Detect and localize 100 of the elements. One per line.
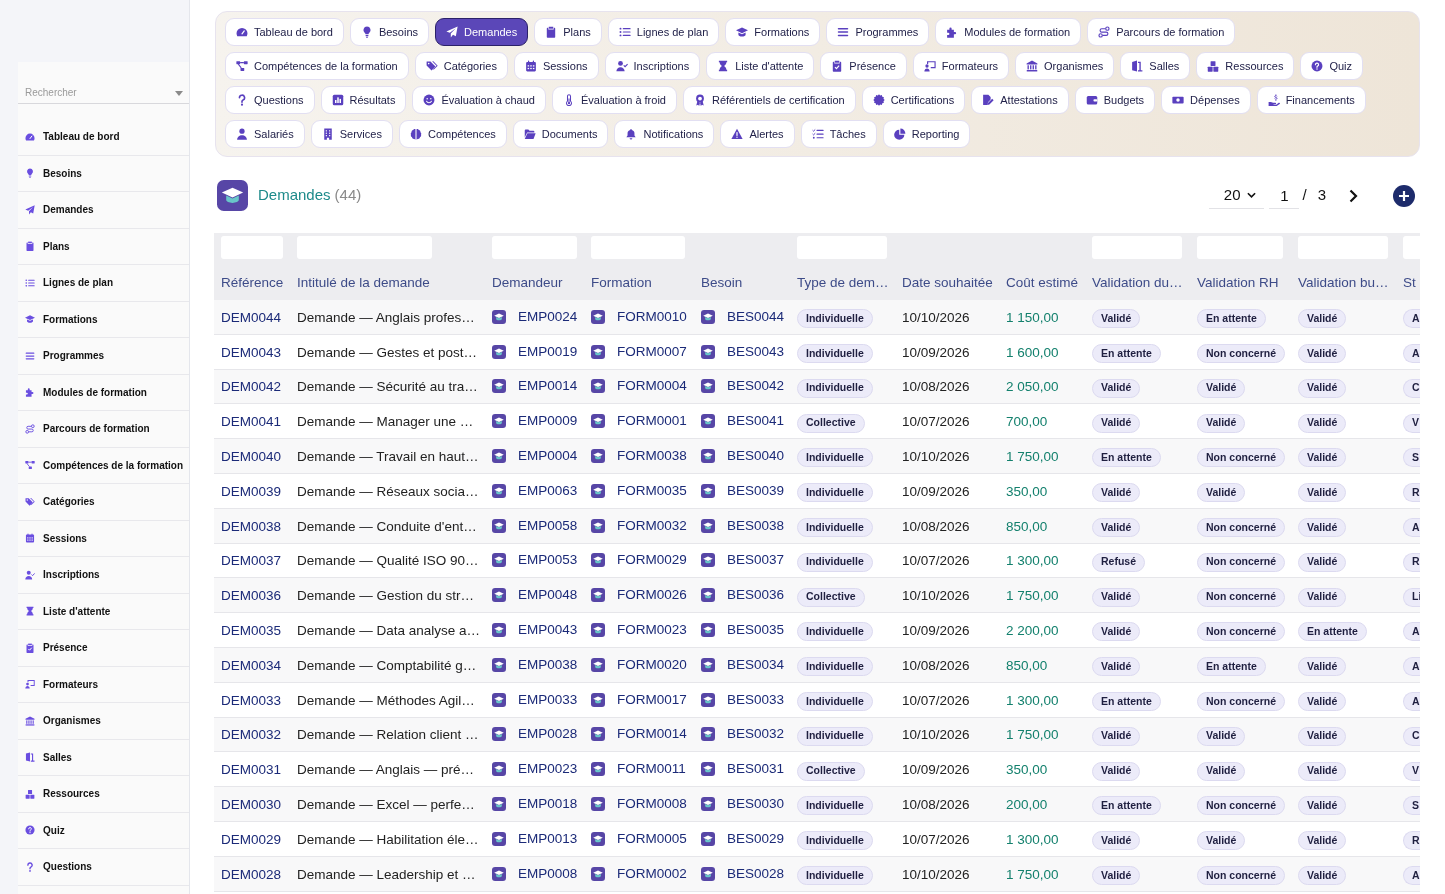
nav-tab[interactable]: Formations (725, 18, 821, 46)
nav-tab[interactable]: Quiz (1300, 52, 1364, 80)
record-link[interactable]: FORM0008 (617, 793, 687, 815)
record-link[interactable]: EMP0008 (518, 863, 578, 884)
record-link[interactable]: EMP0028 (518, 724, 578, 745)
nav-tab[interactable]: Évaluation à chaud (412, 86, 546, 114)
record-link[interactable]: DEM0032 (221, 727, 282, 743)
nav-tab[interactable]: Documents (512, 120, 609, 148)
nav-tab[interactable]: Compétences de la formation (225, 52, 409, 80)
nav-tab[interactable]: Reporting (882, 120, 971, 148)
record-link[interactable]: BES0031 (727, 759, 785, 780)
record-link[interactable]: DEM0041 (221, 414, 282, 430)
nav-tab[interactable]: Programmes (826, 18, 930, 46)
nav-tab[interactable]: Inscriptions (604, 52, 701, 80)
record-link[interactable]: EMP0018 (518, 793, 578, 815)
sidebar-item[interactable]: Sessions (18, 520, 189, 557)
record-link[interactable]: BES0032 (727, 724, 785, 745)
record-link[interactable]: DEM0033 (221, 692, 282, 708)
record-link[interactable]: EMP0043 (518, 619, 578, 641)
record-link[interactable]: DEM0031 (221, 762, 282, 778)
nav-tab[interactable]: Parcours de formation (1087, 18, 1236, 46)
record-link[interactable]: FORM0001 (617, 411, 687, 432)
nav-tab[interactable]: Salariés (225, 120, 305, 148)
record-link[interactable]: DEM0043 (221, 344, 282, 360)
record-link[interactable]: DEM0039 (221, 483, 282, 499)
nav-tab[interactable]: Référentiels de certification (682, 86, 856, 114)
nav-tab[interactable]: Organismes (1015, 52, 1115, 80)
sidebar-item[interactable]: Formateurs (18, 666, 189, 703)
record-link[interactable]: BES0028 (727, 863, 785, 884)
sidebar-item[interactable]: Modules de formation (18, 374, 189, 411)
record-link[interactable]: DEM0038 (221, 518, 282, 534)
sidebar-item[interactable]: Formations (18, 301, 189, 338)
page-field[interactable]: 1 (1269, 182, 1300, 209)
record-link[interactable]: FORM0010 (617, 306, 687, 327)
nav-tab[interactable]: Notifications (614, 120, 715, 148)
sidebar-item[interactable]: Lignes de plan (18, 265, 189, 302)
nav-tab[interactable]: Liste d'attente (706, 52, 815, 80)
nav-tab[interactable]: Plans (534, 18, 602, 46)
record-link[interactable]: FORM0007 (617, 341, 687, 362)
record-link[interactable]: BES0043 (727, 341, 785, 362)
nav-tab[interactable]: Modules de formation (935, 18, 1082, 46)
record-link[interactable]: DEM0028 (221, 866, 282, 882)
sidebar-item[interactable]: Questions (18, 849, 189, 886)
record-link[interactable]: BES0044 (727, 306, 785, 327)
nav-tab[interactable]: Lignes de plan (607, 18, 720, 46)
record-link[interactable]: BES0030 (727, 793, 785, 815)
record-link[interactable]: FORM0014 (617, 724, 687, 745)
sidebar-item[interactable]: Inscriptions (18, 557, 189, 594)
search-field[interactable]: Rechercher (18, 82, 189, 104)
record-link[interactable]: EMP0023 (518, 759, 578, 780)
nav-tab[interactable]: Tableau de bord (225, 18, 344, 46)
record-link[interactable]: BES0035 (727, 619, 785, 641)
record-link[interactable]: DEM0042 (221, 379, 282, 395)
record-link[interactable]: EMP0013 (518, 828, 578, 849)
nav-tab[interactable]: Sessions (513, 52, 599, 80)
nav-tab[interactable]: Financements (1256, 86, 1366, 114)
record-link[interactable]: BES0042 (727, 376, 785, 397)
record-link[interactable]: EMP0033 (518, 689, 578, 710)
record-link[interactable]: EMP0004 (518, 445, 578, 467)
nav-tab[interactable]: Tâches (800, 120, 877, 148)
nav-tab[interactable]: Formateurs (912, 52, 1010, 80)
record-link[interactable]: FORM0011 (617, 759, 686, 780)
nav-tab[interactable]: Résultats (320, 86, 407, 114)
nav-tab[interactable]: Demandes (435, 18, 529, 46)
record-link[interactable]: BES0036 (727, 585, 785, 606)
record-link[interactable]: DEM0029 (221, 831, 282, 847)
record-link[interactable]: FORM0029 (617, 550, 687, 571)
record-link[interactable]: FORM0017 (617, 689, 687, 710)
nav-tab[interactable]: Alertes (720, 120, 795, 148)
record-link[interactable]: DEM0044 (221, 309, 282, 325)
record-link[interactable]: BES0041 (727, 411, 785, 432)
nav-tab[interactable]: Attestations (971, 86, 1069, 114)
record-link[interactable]: EMP0019 (518, 341, 578, 362)
record-link[interactable]: BES0034 (727, 654, 785, 675)
sidebar-item[interactable]: Tableau de bord (18, 119, 189, 156)
record-link[interactable]: EMP0024 (518, 306, 578, 327)
record-link[interactable]: EMP0058 (518, 515, 578, 536)
record-link[interactable]: EMP0038 (518, 654, 578, 675)
record-link[interactable]: FORM0038 (617, 445, 687, 467)
sidebar-item[interactable]: Salles (18, 739, 189, 776)
record-link[interactable]: FORM0005 (617, 828, 687, 849)
record-link[interactable]: EMP0063 (518, 480, 578, 501)
record-link[interactable]: EMP0053 (518, 550, 578, 571)
record-link[interactable]: DEM0035 (221, 623, 282, 639)
nav-tab[interactable]: Certifications (861, 86, 966, 114)
nav-tab[interactable]: Ressources (1196, 52, 1295, 80)
sidebar-item[interactable]: Parcours de formation (18, 411, 189, 448)
record-link[interactable]: DEM0036 (221, 588, 282, 604)
sidebar-item[interactable]: Programmes (18, 338, 189, 375)
nav-tab[interactable]: Besoins (349, 18, 430, 46)
record-link[interactable]: FORM0032 (617, 515, 687, 536)
record-link[interactable]: BES0033 (727, 689, 785, 710)
record-link[interactable]: DEM0030 (221, 797, 282, 813)
record-link[interactable]: BES0039 (727, 480, 785, 501)
sidebar-item[interactable]: Ressources (18, 776, 189, 813)
nav-tab[interactable]: Salles (1120, 52, 1191, 80)
sidebar-item[interactable]: Quiz (18, 812, 189, 849)
record-link[interactable]: FORM0004 (617, 376, 687, 397)
record-link[interactable]: EMP0014 (518, 376, 578, 397)
nav-tab[interactable]: Dépenses (1161, 86, 1251, 114)
